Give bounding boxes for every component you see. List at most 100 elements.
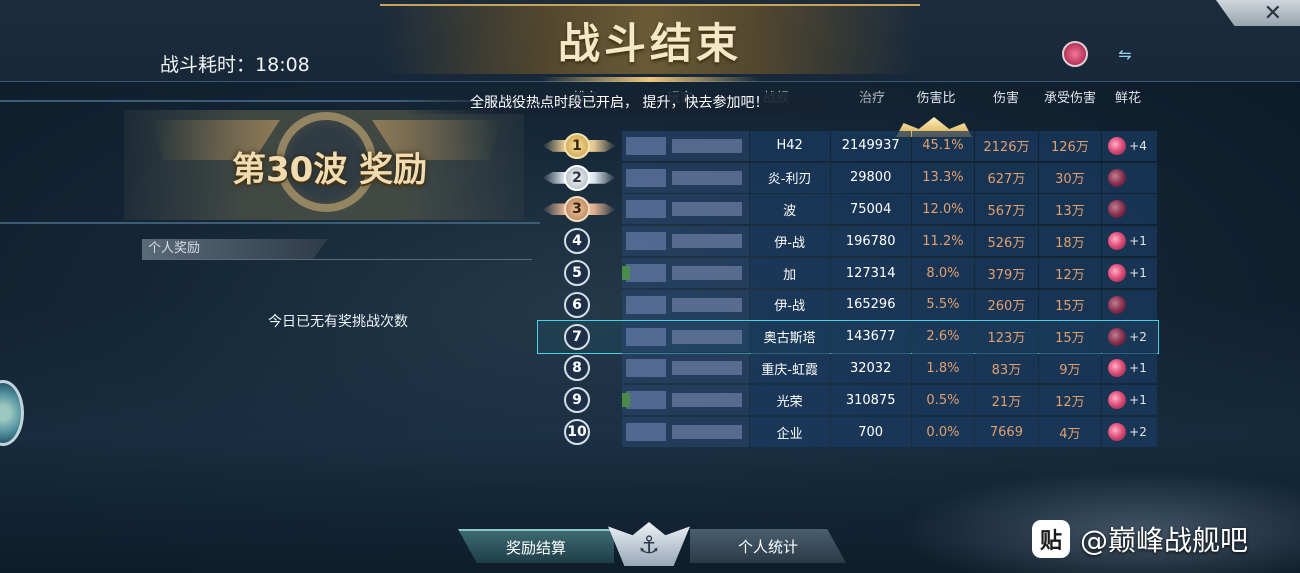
table-row[interactable]: 9 光荣 310875 0.5% 21万 12万 +1 xyxy=(538,384,1158,416)
mosaic-block xyxy=(625,295,666,314)
table-row[interactable]: 5 加 127314 8.0% 379万 12万 +1 xyxy=(538,257,1158,289)
mosaic-block xyxy=(625,423,666,442)
heal-value: 143677 xyxy=(830,321,911,352)
damage-value: 123万 xyxy=(975,321,1038,352)
rose-icon[interactable] xyxy=(1108,327,1127,346)
personal-stats-button[interactable]: 个人统计 xyxy=(690,529,846,563)
rose-icon[interactable] xyxy=(1108,168,1127,187)
empty-reward-message: 今日已无有奖挑战次数 xyxy=(268,314,408,330)
player-name-blurred[interactable] xyxy=(621,353,749,384)
heal-value: 196780 xyxy=(830,226,911,257)
flower-cell[interactable]: +1 xyxy=(1102,353,1157,384)
mosaic-block xyxy=(625,359,666,378)
player-name-blurred[interactable] xyxy=(621,289,749,320)
table-row[interactable]: 8 重庆-虹霞 32032 1.8% 83万 9万 +1 xyxy=(538,353,1158,385)
tieba-logo-icon: 贴 xyxy=(1032,520,1070,558)
damage-ratio-value: 1.8% xyxy=(911,353,975,384)
flower-count: +4 xyxy=(1129,138,1147,153)
rose-icon[interactable] xyxy=(1108,295,1127,314)
ship-name: 炎-利刃 xyxy=(749,162,830,193)
rose-icon[interactable] xyxy=(1108,232,1127,251)
mosaic-block xyxy=(671,266,742,281)
damage-taken-value: 12万 xyxy=(1038,258,1102,289)
player-name-blurred[interactable] xyxy=(621,258,749,289)
flower-cell[interactable]: +1 xyxy=(1102,226,1157,257)
table-row[interactable]: 4 伊-战 196780 11.2% 526万 18万 +1 xyxy=(538,225,1158,257)
rank-badge: 10 xyxy=(564,419,590,446)
divider xyxy=(0,222,540,224)
player-name-blurred[interactable] xyxy=(621,162,749,193)
rose-icon[interactable] xyxy=(1108,264,1127,283)
mosaic-block xyxy=(671,297,742,312)
flower-cell[interactable]: +1 xyxy=(1102,258,1157,289)
flower-cell[interactable]: +1 xyxy=(1102,385,1157,416)
rose-icon[interactable] xyxy=(1108,136,1127,155)
anchor-icon: ⚓ xyxy=(638,531,660,559)
flower-cell[interactable]: +4 xyxy=(1102,130,1157,161)
rank-badge: 6 xyxy=(564,291,590,318)
player-name-blurred[interactable] xyxy=(621,130,749,161)
ship-name: H42 xyxy=(749,130,830,161)
rank-badge: 7 xyxy=(564,323,590,350)
flower-icon[interactable] xyxy=(1062,41,1088,67)
personal-reward-tab: 个人奖励 xyxy=(142,239,328,259)
damage-taken-value: 12万 xyxy=(1038,385,1102,416)
divider xyxy=(142,259,532,260)
flip-flops-icon[interactable]: ⇋ xyxy=(1114,44,1136,64)
header-damage-taken: 承受伤害 xyxy=(1043,91,1096,106)
table-row[interactable]: 1 H42 2149937 45.1% 2126万 126万 +4 xyxy=(538,130,1158,162)
heal-value: 29800 xyxy=(830,162,911,193)
damage-ratio-value: 8.0% xyxy=(911,258,975,289)
player-name-blurred[interactable] xyxy=(621,417,749,448)
rank-cell: 8 xyxy=(538,353,621,383)
player-name-blurred[interactable] xyxy=(621,321,749,352)
mosaic-block xyxy=(625,168,666,187)
mosaic-block xyxy=(625,327,666,346)
flower-cell[interactable]: +2 xyxy=(1102,321,1157,352)
heal-value: 2149937 xyxy=(830,130,911,161)
header-damage: 伤害 xyxy=(992,91,1019,106)
damage-value: 627万 xyxy=(975,162,1038,193)
rose-icon[interactable] xyxy=(1108,423,1127,442)
rank-badge: 4 xyxy=(564,228,590,255)
header-flowers: 鲜花 xyxy=(1114,91,1141,106)
mosaic-block xyxy=(671,234,742,249)
flower-cell[interactable] xyxy=(1102,194,1157,225)
reward-settlement-button[interactable]: 奖励结算 xyxy=(458,529,614,563)
rose-icon[interactable] xyxy=(1108,200,1127,219)
rose-icon[interactable] xyxy=(1108,391,1127,410)
flower-count: +1 xyxy=(1129,393,1147,408)
flower-count: +2 xyxy=(1129,425,1147,440)
damage-value: 379万 xyxy=(975,258,1038,289)
heal-value: 32032 xyxy=(830,353,911,384)
damage-taken-value: 4万 xyxy=(1038,417,1102,448)
damage-taken-value: 30万 xyxy=(1038,162,1102,193)
flower-cell[interactable] xyxy=(1102,289,1157,320)
damage-value: 567万 xyxy=(975,194,1038,225)
table-row[interactable]: 2 炎-利刃 29800 13.3% 627万 30万 xyxy=(538,162,1158,194)
table-row[interactable]: 10 企业 700 0.0% 7669 4万 +2 xyxy=(538,416,1158,448)
watermark-text: @巅峰战舰吧 xyxy=(1080,524,1249,557)
damage-value: 2126万 xyxy=(975,130,1038,161)
table-row[interactable]: 3 波 75004 12.0% 567万 13万 xyxy=(538,194,1158,226)
rose-icon[interactable] xyxy=(1108,359,1127,378)
damage-taken-value: 18万 xyxy=(1038,226,1102,257)
flower-cell[interactable] xyxy=(1102,162,1157,193)
player-name-blurred[interactable] xyxy=(621,226,749,257)
rank-cell: 3 xyxy=(538,194,621,224)
damage-ratio-value: 45.1% xyxy=(911,130,975,161)
heal-value: 127314 xyxy=(830,258,911,289)
mosaic-block xyxy=(625,136,666,155)
player-name-blurred[interactable] xyxy=(621,194,749,225)
event-notice: 全服战役热点时段已开启， 提升，快去参加吧！ xyxy=(400,92,900,114)
ship-name: 奥古斯塔 xyxy=(749,321,830,352)
flower-cell[interactable]: +2 xyxy=(1102,417,1157,448)
table-row[interactable]: 7 奥古斯塔 143677 2.6% 123万 15万 +2 xyxy=(537,319,1159,354)
rank-cell: 2 xyxy=(538,163,621,193)
mosaic-block xyxy=(625,200,666,219)
ship-name: 伊-战 xyxy=(749,226,830,257)
damage-value: 260万 xyxy=(975,289,1038,320)
table-row[interactable]: 6 伊-战 165296 5.5% 260万 15万 xyxy=(538,289,1158,321)
rank-cell: 5 xyxy=(538,258,621,288)
player-name-blurred[interactable] xyxy=(621,385,749,416)
